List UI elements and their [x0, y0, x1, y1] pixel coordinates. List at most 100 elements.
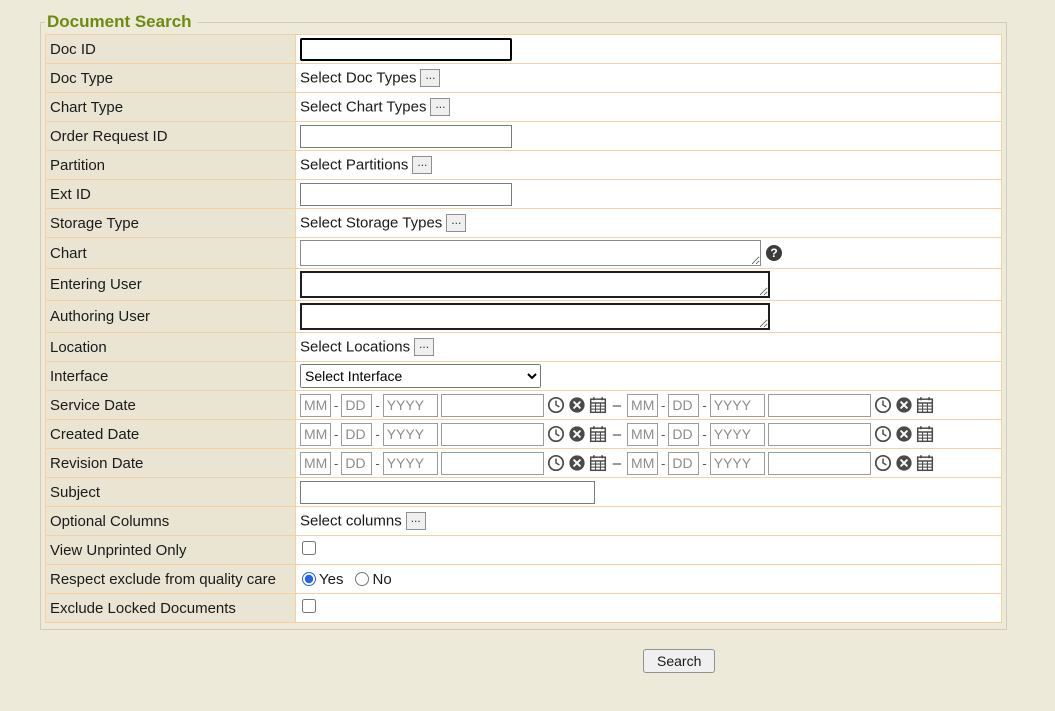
year-input[interactable] — [383, 452, 438, 475]
clock-icon[interactable] — [547, 425, 565, 443]
search-button[interactable]: Search — [643, 649, 715, 673]
service-date-field-cell: - - – - — [296, 391, 1002, 420]
clear-icon[interactable] — [568, 396, 586, 414]
storage-type-picker-button[interactable]: ... — [446, 214, 466, 232]
storage-type-field-cell: Select Storage Types... — [296, 209, 1002, 238]
chart-type-picker-button[interactable]: ... — [430, 98, 450, 116]
row-chart: Chart ? — [46, 238, 1002, 269]
quality-care-no-radio[interactable] — [355, 572, 369, 586]
optional-columns-picker-button[interactable]: ... — [406, 512, 426, 530]
day-input[interactable] — [341, 452, 372, 475]
row-doc-id: Doc ID — [46, 35, 1002, 64]
calendar-icon[interactable] — [916, 396, 934, 414]
ext-id-input[interactable] — [300, 183, 512, 206]
day-input[interactable] — [341, 423, 372, 446]
calendar-icon[interactable] — [916, 454, 934, 472]
time-input[interactable] — [768, 452, 871, 475]
interface-select[interactable]: Select Interface — [300, 364, 541, 388]
time-input[interactable] — [441, 423, 544, 446]
day-input[interactable] — [668, 394, 699, 417]
time-input[interactable] — [768, 423, 871, 446]
month-input[interactable] — [627, 394, 658, 417]
clock-icon[interactable] — [547, 396, 565, 414]
year-input[interactable] — [710, 394, 765, 417]
time-input[interactable] — [768, 394, 871, 417]
chart-textarea[interactable] — [300, 240, 761, 266]
row-optional-columns: Optional Columns Select columns... — [46, 507, 1002, 536]
year-input[interactable] — [383, 423, 438, 446]
created-date-field-cell: - - – - — [296, 420, 1002, 449]
range-separator: – — [613, 426, 621, 443]
doc-type-selected-text: Select Doc Types — [300, 70, 416, 87]
location-picker-button[interactable]: ... — [414, 338, 434, 356]
optional-columns-selected-text: Select columns — [300, 513, 402, 530]
created-date-from-group: - - — [300, 423, 607, 446]
month-input[interactable] — [300, 452, 331, 475]
doc-id-input[interactable] — [300, 38, 512, 61]
clear-icon[interactable] — [568, 454, 586, 472]
chart-field-cell: ? — [296, 238, 1002, 269]
ext-id-label: Ext ID — [46, 180, 296, 209]
respect-exclude-label: Respect exclude from quality care — [46, 565, 296, 594]
revision-date-label: Revision Date — [46, 449, 296, 478]
month-input[interactable] — [300, 394, 331, 417]
quality-care-yes-option[interactable]: Yes — [300, 571, 343, 588]
time-input[interactable] — [441, 394, 544, 417]
subject-input[interactable] — [300, 481, 595, 504]
clear-icon[interactable] — [895, 425, 913, 443]
calendar-icon[interactable] — [589, 425, 607, 443]
date-part-separator: - — [334, 427, 338, 442]
month-input[interactable] — [300, 423, 331, 446]
entering-user-textarea[interactable] — [300, 271, 770, 298]
ext-id-field-cell — [296, 180, 1002, 209]
view-unprinted-label: View Unprinted Only — [46, 536, 296, 565]
time-input[interactable] — [441, 452, 544, 475]
day-input[interactable] — [341, 394, 372, 417]
calendar-icon[interactable] — [916, 425, 934, 443]
quality-care-yes-radio[interactable] — [302, 572, 316, 586]
range-separator: – — [613, 397, 621, 414]
month-input[interactable] — [627, 423, 658, 446]
clock-icon[interactable] — [547, 454, 565, 472]
date-part-separator: - — [334, 456, 338, 471]
clock-icon[interactable] — [874, 425, 892, 443]
partition-field-cell: Select Partitions... — [296, 151, 1002, 180]
day-input[interactable] — [668, 452, 699, 475]
year-input[interactable] — [710, 423, 765, 446]
row-subject: Subject — [46, 478, 1002, 507]
exclude-locked-label: Exclude Locked Documents — [46, 594, 296, 623]
storage-type-selected-text: Select Storage Types — [300, 215, 442, 232]
chart-type-label: Chart Type — [46, 93, 296, 122]
doc-id-field-cell — [296, 35, 1002, 64]
created-date-label: Created Date — [46, 420, 296, 449]
exclude-locked-checkbox[interactable] — [302, 599, 316, 613]
calendar-icon[interactable] — [589, 454, 607, 472]
year-input[interactable] — [710, 452, 765, 475]
clear-icon[interactable] — [895, 396, 913, 414]
view-unprinted-checkbox[interactable] — [302, 541, 316, 555]
interface-field-cell: Select Interface — [296, 362, 1002, 391]
clear-icon[interactable] — [895, 454, 913, 472]
row-storage-type: Storage Type Select Storage Types... — [46, 209, 1002, 238]
clock-icon[interactable] — [874, 396, 892, 414]
quality-care-no-option[interactable]: No — [353, 571, 391, 588]
partition-picker-button[interactable]: ... — [412, 156, 432, 174]
calendar-icon[interactable] — [589, 396, 607, 414]
date-part-separator: - — [702, 398, 706, 413]
row-doc-type: Doc Type Select Doc Types... — [46, 64, 1002, 93]
authoring-user-textarea[interactable] — [300, 303, 770, 330]
location-selected-text: Select Locations — [300, 339, 410, 356]
row-exclude-locked: Exclude Locked Documents — [46, 594, 1002, 623]
partition-label: Partition — [46, 151, 296, 180]
help-icon[interactable]: ? — [766, 245, 782, 261]
entering-user-label: Entering User — [46, 269, 296, 301]
day-input[interactable] — [668, 423, 699, 446]
clock-icon[interactable] — [874, 454, 892, 472]
year-input[interactable] — [383, 394, 438, 417]
doc-type-picker-button[interactable]: ... — [420, 69, 440, 87]
quality-care-yes-label: Yes — [319, 571, 343, 588]
order-request-id-input[interactable] — [300, 125, 512, 148]
date-part-separator: - — [375, 398, 379, 413]
month-input[interactable] — [627, 452, 658, 475]
clear-icon[interactable] — [568, 425, 586, 443]
